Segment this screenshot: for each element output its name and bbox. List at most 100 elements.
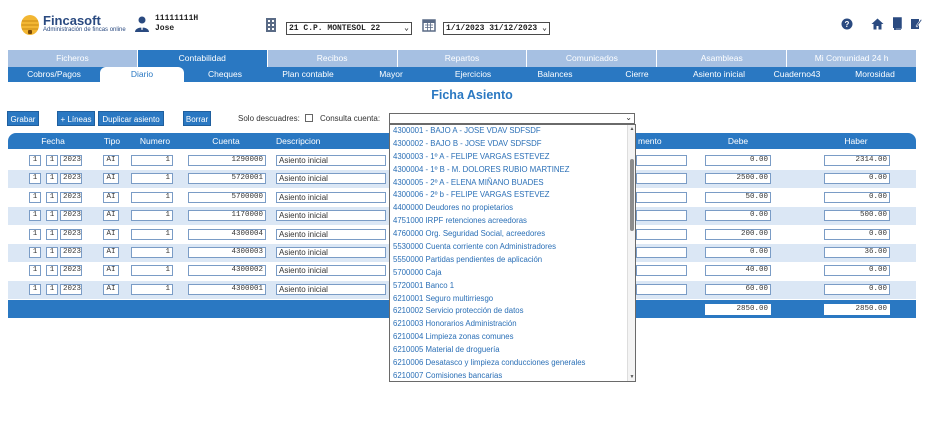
date-month-input[interactable]: 1 — [46, 155, 58, 166]
subtab-balances[interactable]: Balances — [514, 67, 596, 82]
documento-input[interactable] — [636, 228, 687, 240]
documento-input[interactable] — [636, 210, 687, 222]
documento-input[interactable] — [636, 283, 687, 295]
cuenta-input[interactable]: 4300004 — [188, 228, 266, 240]
date-year-input[interactable]: 2023 — [60, 228, 82, 240]
debe-input[interactable]: 2500.00 — [705, 173, 771, 185]
date-day-input[interactable]: 1 — [29, 265, 41, 277]
descripcion-input[interactable]: Asiento inicial — [276, 228, 386, 240]
dropdown-option[interactable]: 4300005 - 2º A - ELENA MIÑANO BUADES — [390, 177, 635, 190]
subtab-cuaderno43[interactable]: Cuaderno43 — [760, 67, 834, 82]
subtab-diario[interactable]: Diario — [100, 67, 184, 82]
documento-input[interactable] — [636, 173, 687, 185]
subtab-plan-contable[interactable]: Plan contable — [266, 67, 350, 82]
descripcion-input[interactable]: Asiento inicial — [276, 210, 386, 222]
date-day-input[interactable]: 1 — [29, 210, 41, 222]
date-month-input[interactable]: 1 — [46, 210, 58, 222]
subtab-asiento-inicial[interactable]: Asiento inicial — [678, 67, 760, 82]
documento-input[interactable] — [636, 155, 687, 166]
duplicate-entry-button[interactable]: Duplicar asiento — [98, 111, 164, 126]
dropdown-scrollbar[interactable]: ▲ ▼ — [627, 125, 635, 381]
subtab-cierre[interactable]: Cierre — [596, 67, 678, 82]
documento-input[interactable] — [636, 247, 687, 258]
dropdown-option[interactable]: 4300006 - 2º b - FELIPE VARGAS ESTEVEZ — [390, 189, 635, 202]
cuenta-input[interactable]: 5720001 — [188, 173, 266, 185]
date-year-input[interactable]: 2023 — [60, 265, 82, 277]
debe-input[interactable]: 200.00 — [705, 228, 771, 240]
date-day-input[interactable]: 1 — [29, 155, 41, 166]
cuenta-input[interactable]: 4300001 — [188, 283, 266, 295]
descripcion-input[interactable]: Asiento inicial — [276, 265, 386, 277]
tab-mi-comunidad[interactable]: Mi Comunidad 24 h — [787, 50, 917, 67]
tipo-input[interactable]: AI — [103, 265, 119, 277]
scroll-up-icon[interactable]: ▲ — [628, 126, 635, 132]
add-lines-button[interactable]: + Líneas — [57, 111, 95, 126]
tab-ficheros[interactable]: Ficheros — [8, 50, 137, 67]
grabar-button[interactable]: Grabar — [7, 111, 39, 126]
debe-input[interactable]: 0.00 — [705, 247, 771, 258]
date-range-select[interactable]: 1/1/2023 31/12/2023 ⌄ — [443, 22, 550, 35]
book-icon[interactable] — [891, 17, 903, 30]
date-year-input[interactable]: 2023 — [60, 247, 82, 258]
community-select[interactable]: 21 C.P. MONTESOL 22 ⌄ — [286, 22, 412, 35]
dropdown-option[interactable]: 4300002 - BAJO B - JOSE VDAV SDFSDF — [390, 138, 635, 151]
date-year-input[interactable]: 2023 — [60, 155, 82, 166]
dropdown-option[interactable]: 5530000 Cuenta corriente con Administrad… — [390, 241, 635, 254]
calendar-icon[interactable] — [422, 18, 436, 32]
solo-descuadres-checkbox[interactable] — [305, 114, 313, 122]
date-year-input[interactable]: 2023 — [60, 283, 82, 295]
haber-input[interactable]: 0.00 — [824, 191, 890, 203]
date-day-input[interactable]: 1 — [29, 228, 41, 240]
home-icon[interactable] — [871, 18, 884, 30]
date-month-input[interactable]: 1 — [46, 283, 58, 295]
haber-input[interactable]: 0.00 — [824, 173, 890, 185]
descripcion-input[interactable]: Asiento inicial — [276, 283, 386, 295]
tipo-input[interactable]: AI — [103, 247, 119, 258]
cuenta-input[interactable]: 1170000 — [188, 210, 266, 222]
date-day-input[interactable]: 1 — [29, 283, 41, 295]
dropdown-option[interactable]: 5720001 Banco 1 — [390, 280, 635, 293]
numero-input[interactable]: 1 — [131, 155, 173, 166]
date-year-input[interactable]: 2023 — [60, 173, 82, 185]
dropdown-option[interactable]: 4300004 - 1º B - M. DOLORES RUBIO MARTIN… — [390, 164, 635, 177]
debe-input[interactable]: 0.00 — [705, 210, 771, 222]
tipo-input[interactable]: AI — [103, 283, 119, 295]
numero-input[interactable]: 1 — [131, 210, 173, 222]
cuenta-input[interactable]: 5700000 — [188, 191, 266, 203]
numero-input[interactable]: 1 — [131, 173, 173, 185]
haber-input[interactable]: 36.00 — [824, 247, 890, 258]
dropdown-option[interactable]: 4300003 - 1º A - FELIPE VARGAS ESTEVEZ — [390, 151, 635, 164]
descripcion-input[interactable]: Asiento inicial — [276, 191, 386, 203]
cuenta-input[interactable]: 1290000 — [188, 155, 266, 166]
consulta-cuenta-select[interactable]: ⌄ — [389, 113, 635, 124]
dropdown-option[interactable]: 4751000 IRPF retenciones acreedoras — [390, 215, 635, 228]
date-year-input[interactable]: 2023 — [60, 210, 82, 222]
descripcion-input[interactable]: Asiento inicial — [276, 247, 386, 258]
dropdown-option[interactable]: 6210004 Limpieza zonas comunes — [390, 331, 635, 344]
dropdown-option[interactable]: 6210006 Desatasco y limpieza conduccione… — [390, 357, 635, 370]
account-dropdown-list[interactable]: 4300001 - BAJO A - JOSE VDAV SDFSDF 43000… — [389, 124, 636, 382]
haber-input[interactable]: 2314.00 — [824, 155, 890, 166]
tipo-input[interactable]: AI — [103, 210, 119, 222]
haber-input[interactable]: 500.00 — [824, 210, 890, 222]
debe-input[interactable]: 40.00 — [705, 265, 771, 277]
cuenta-input[interactable]: 4300002 — [188, 265, 266, 277]
haber-input[interactable]: 0.00 — [824, 283, 890, 295]
subtab-mayor[interactable]: Mayor — [350, 67, 432, 82]
scroll-down-icon[interactable]: ▼ — [628, 374, 635, 380]
tipo-input[interactable]: AI — [103, 155, 119, 166]
subtab-cheques[interactable]: Cheques — [184, 67, 266, 82]
subtab-ejercicios[interactable]: Ejercicios — [432, 67, 514, 82]
tab-contabilidad[interactable]: Contabilidad — [137, 50, 267, 67]
numero-input[interactable]: 1 — [131, 283, 173, 295]
building-icon[interactable] — [265, 17, 277, 33]
tab-recibos[interactable]: Recibos — [267, 50, 397, 67]
dropdown-option[interactable]: 6210002 Servicio protección de datos — [390, 305, 635, 318]
date-month-input[interactable]: 1 — [46, 228, 58, 240]
dropdown-option[interactable]: 4300001 - BAJO A - JOSE VDAV SDFSDF — [390, 125, 635, 138]
dropdown-option[interactable]: 4760000 Org. Seguridad Social, acreedore… — [390, 228, 635, 241]
date-month-input[interactable]: 1 — [46, 265, 58, 277]
tipo-input[interactable]: AI — [103, 173, 119, 185]
app-logo[interactable]: Fincasoft Administración de fincas onlin… — [20, 12, 126, 36]
numero-input[interactable]: 1 — [131, 228, 173, 240]
